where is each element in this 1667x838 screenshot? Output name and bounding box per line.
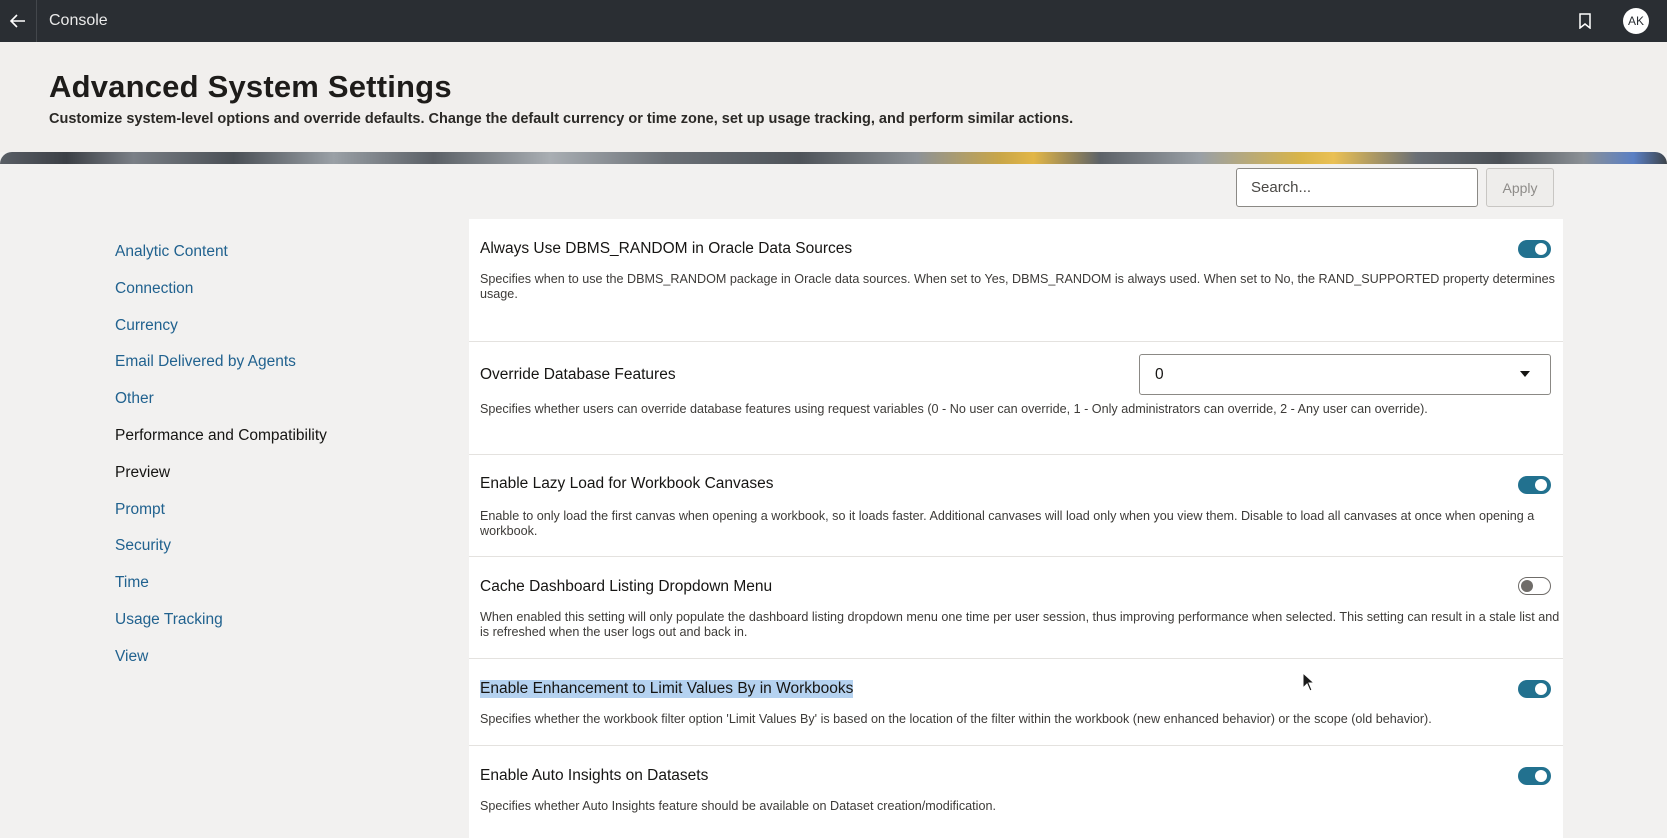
setting-row: Enable Auto Insights on Datasets Specifi… <box>469 746 1563 838</box>
app-title: Console <box>49 12 108 29</box>
setting-toggle[interactable] <box>1518 767 1551 785</box>
setting-row: Cache Dashboard Listing Dropdown Menu Wh… <box>469 557 1563 659</box>
bookmark-icon <box>1579 13 1591 29</box>
settings-sidebar: Analytic Content Connection Currency Ema… <box>115 242 327 684</box>
override-database-features-select[interactable]: 0 <box>1139 354 1551 395</box>
search-input[interactable] <box>1236 168 1478 207</box>
sidebar-item-email-delivered-by-agents[interactable]: Email Delivered by Agents <box>115 352 327 389</box>
setting-row: Always Use DBMS_RANDOM in Oracle Data So… <box>469 219 1563 342</box>
user-avatar[interactable]: AK <box>1623 8 1649 34</box>
setting-toggle[interactable] <box>1518 577 1551 595</box>
setting-description: When enabled this setting will only popu… <box>480 610 1560 639</box>
setting-title: Enable Enhancement to Limit Values By in… <box>480 680 854 698</box>
setting-description: Specifies whether users can override dat… <box>480 402 1428 416</box>
setting-toggle[interactable] <box>1518 240 1551 258</box>
sidebar-item-preview[interactable]: Preview <box>115 463 327 500</box>
settings-panel: Always Use DBMS_RANDOM in Oracle Data So… <box>469 219 1563 838</box>
back-arrow-icon <box>10 14 25 28</box>
apply-button[interactable]: Apply <box>1486 168 1554 207</box>
setting-row: Enable Enhancement to Limit Values By in… <box>469 659 1563 746</box>
sidebar-item-other[interactable]: Other <box>115 389 327 426</box>
sidebar-item-currency[interactable]: Currency <box>115 316 327 353</box>
sidebar-item-view[interactable]: View <box>115 647 327 684</box>
main-content: Analytic Content Connection Currency Ema… <box>0 164 1667 838</box>
setting-title: Enable Auto Insights on Datasets <box>480 767 709 784</box>
sidebar-item-time[interactable]: Time <box>115 573 327 610</box>
sidebar-item-security[interactable]: Security <box>115 536 327 573</box>
bookmark-button[interactable] <box>1573 9 1597 33</box>
setting-description: Specifies whether the workbook filter op… <box>480 712 1432 726</box>
toggle-knob <box>1535 243 1547 255</box>
caret-down-icon <box>1520 371 1530 377</box>
setting-description: Specifies when to use the DBMS_RANDOM pa… <box>480 272 1555 301</box>
setting-toggle[interactable] <box>1518 680 1551 698</box>
sidebar-item-performance-and-compatibility[interactable]: Performance and Compatibility <box>115 426 327 463</box>
setting-description: Specifies whether Auto Insights feature … <box>480 799 996 813</box>
setting-title: Override Database Features <box>480 366 676 383</box>
toggle-knob <box>1535 479 1547 491</box>
top-bar: Console AK <box>0 0 1667 42</box>
page-title: Advanced System Settings <box>49 69 452 104</box>
setting-title: Enable Lazy Load for Workbook Canvases <box>480 475 774 492</box>
sidebar-item-usage-tracking[interactable]: Usage Tracking <box>115 610 327 647</box>
setting-title: Always Use DBMS_RANDOM in Oracle Data So… <box>480 240 853 257</box>
sidebar-item-connection[interactable]: Connection <box>115 279 327 316</box>
setting-title: Cache Dashboard Listing Dropdown Menu <box>480 578 773 595</box>
toggle-knob <box>1535 770 1547 782</box>
select-value: 0 <box>1155 366 1164 383</box>
back-button[interactable] <box>0 0 37 42</box>
setting-row: Override Database Features 0 Specifies w… <box>469 342 1563 455</box>
decorative-banner <box>0 152 1667 164</box>
toggle-knob <box>1535 683 1547 695</box>
setting-description: Enable to only load the first canvas whe… <box>480 509 1535 538</box>
page-header: Advanced System Settings Customize syste… <box>0 42 1667 152</box>
setting-row: Enable Lazy Load for Workbook Canvases E… <box>469 455 1563 557</box>
sidebar-item-analytic-content[interactable]: Analytic Content <box>115 242 327 279</box>
sidebar-item-prompt[interactable]: Prompt <box>115 500 327 537</box>
page-subtitle: Customize system-level options and overr… <box>49 111 1074 127</box>
setting-toggle[interactable] <box>1518 476 1551 494</box>
toggle-knob <box>1521 579 1533 592</box>
